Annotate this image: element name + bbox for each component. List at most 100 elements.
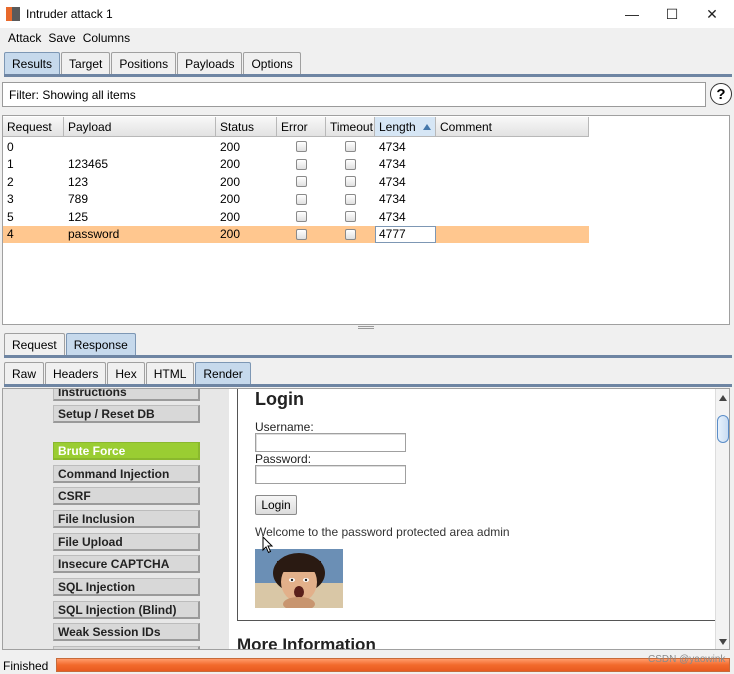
- table-row[interactable]: 2 123 200 4734: [3, 173, 589, 191]
- tab-response[interactable]: Response: [65, 333, 136, 355]
- column-header-timeout[interactable]: Timeout: [326, 117, 375, 137]
- menu-columns[interactable]: Columns: [83, 31, 130, 45]
- cell-request: 1: [7, 157, 14, 172]
- tab-positions[interactable]: Positions: [111, 52, 177, 74]
- table-row[interactable]: 0 200 4734: [3, 138, 589, 156]
- dvwa-menu-file-upload[interactable]: File Upload: [53, 533, 200, 551]
- status-text: Finished: [3, 659, 49, 673]
- timeout-checkbox[interactable]: [345, 141, 356, 153]
- table-row[interactable]: 5 125 200 4734: [3, 208, 589, 226]
- column-header-comment[interactable]: Comment: [436, 117, 589, 137]
- cell-length: 4734: [379, 174, 406, 189]
- dvwa-menu-next[interactable]: [53, 646, 200, 649]
- tab-headers[interactable]: Headers: [45, 362, 107, 384]
- tab-target[interactable]: Target: [61, 52, 111, 74]
- table-row[interactable]: 1 123465 200 4734: [3, 156, 589, 174]
- tab-payloads[interactable]: Payloads: [177, 52, 243, 74]
- password-input[interactable]: [255, 465, 406, 484]
- dvwa-menu-command-injection[interactable]: Command Injection: [53, 465, 200, 483]
- request-response-tabs: Request Response: [4, 333, 137, 355]
- cell-error: [277, 138, 326, 156]
- error-checkbox[interactable]: [296, 193, 307, 205]
- cell-timeout: [326, 156, 375, 174]
- tab-divider: [4, 74, 732, 77]
- column-header-payload[interactable]: Payload: [64, 117, 216, 137]
- dvwa-menu-weak-session-ids[interactable]: Weak Session IDs: [53, 623, 200, 641]
- tab-divider: [4, 384, 732, 387]
- scroll-thumb[interactable]: [717, 415, 729, 443]
- cell-status: 200: [220, 174, 241, 189]
- login-content-box: Login Username: Password: Login Welcome …: [237, 389, 717, 621]
- cell-payload: [64, 138, 216, 156]
- cell-status: 200: [220, 209, 241, 224]
- dvwa-menu-sql-injection[interactable]: SQL Injection: [53, 578, 200, 596]
- cell-payload: password: [68, 227, 120, 242]
- render-view: Instructions Setup / Reset DB Brute Forc…: [2, 388, 730, 650]
- close-icon[interactable]: ✕: [692, 0, 732, 28]
- error-checkbox[interactable]: [296, 176, 307, 188]
- cell-request: 3: [7, 192, 14, 207]
- dvwa-menu-csrf[interactable]: CSRF: [53, 487, 200, 505]
- dvwa-menu-file-inclusion[interactable]: File Inclusion: [53, 510, 200, 528]
- window-title: Intruder attack 1: [26, 7, 113, 21]
- minimize-icon[interactable]: —: [612, 0, 652, 28]
- help-icon[interactable]: ?: [710, 83, 732, 105]
- login-button[interactable]: Login: [255, 495, 297, 515]
- username-input[interactable]: [255, 433, 406, 452]
- tab-request[interactable]: Request: [4, 333, 65, 355]
- error-checkbox[interactable]: [296, 158, 307, 170]
- tab-raw[interactable]: Raw: [4, 362, 45, 384]
- scroll-up-icon[interactable]: [719, 395, 727, 401]
- timeout-checkbox[interactable]: [345, 228, 356, 240]
- cell-comment[interactable]: [436, 208, 589, 226]
- error-checkbox[interactable]: [296, 228, 307, 240]
- scroll-down-icon[interactable]: [719, 639, 727, 645]
- timeout-checkbox[interactable]: [345, 158, 356, 170]
- cell-error: [277, 191, 326, 209]
- tab-html[interactable]: HTML: [145, 362, 195, 384]
- timeout-checkbox[interactable]: [345, 193, 356, 205]
- login-heading: Login: [255, 389, 304, 409]
- column-header-request[interactable]: Request: [3, 117, 64, 137]
- error-checkbox[interactable]: [296, 211, 307, 223]
- success-image: [255, 549, 343, 608]
- cell-comment[interactable]: [436, 191, 589, 209]
- column-header-status[interactable]: Status: [216, 117, 277, 137]
- dvwa-menu-instructions[interactable]: Instructions: [53, 389, 200, 401]
- tab-render[interactable]: Render: [195, 362, 251, 384]
- tab-hex[interactable]: Hex: [107, 362, 145, 384]
- column-header-length[interactable]: Length: [375, 117, 436, 137]
- cell-comment[interactable]: [436, 156, 589, 174]
- password-label: Password:: [255, 452, 312, 466]
- timeout-checkbox[interactable]: [345, 176, 356, 188]
- cell-comment[interactable]: [436, 173, 589, 191]
- menu-save[interactable]: Save: [48, 31, 75, 45]
- title-bar: Intruder attack 1 — ☐ ✕: [0, 0, 734, 28]
- cell-length: 4734: [379, 192, 406, 207]
- menu-bar: Attack Save Columns: [0, 28, 734, 48]
- username-label: Username:: [255, 420, 314, 434]
- dvwa-menu-insecure-captcha[interactable]: Insecure CAPTCHA: [53, 555, 200, 573]
- render-scrollbar[interactable]: [715, 389, 729, 649]
- pane-splitter-handle[interactable]: [358, 326, 374, 329]
- error-checkbox[interactable]: [296, 141, 307, 153]
- dvwa-menu-setup[interactable]: Setup / Reset DB: [53, 405, 200, 423]
- cell-status: 200: [220, 139, 241, 154]
- cell-request: 4: [7, 227, 14, 242]
- dvwa-menu-brute-force[interactable]: Brute Force: [53, 442, 200, 460]
- tab-options[interactable]: Options: [243, 52, 301, 74]
- cell-comment[interactable]: [436, 226, 589, 244]
- timeout-checkbox[interactable]: [345, 211, 356, 223]
- table-row[interactable]: 3 789 200 4734: [3, 191, 589, 209]
- cell-length[interactable]: 4777: [375, 225, 436, 243]
- filter-bar[interactable]: Filter: Showing all items: [2, 82, 706, 107]
- maximize-icon[interactable]: ☐: [652, 0, 692, 28]
- menu-attack[interactable]: Attack: [8, 31, 41, 45]
- dvwa-menu-sql-injection-blind[interactable]: SQL Injection (Blind): [53, 601, 200, 619]
- cell-comment[interactable]: [436, 138, 589, 156]
- progress-bar: [56, 658, 730, 672]
- tab-results[interactable]: Results: [4, 52, 61, 74]
- column-header-error[interactable]: Error: [277, 117, 326, 137]
- cell-timeout: [326, 208, 375, 226]
- table-row-selected[interactable]: 4 password 200 4777: [3, 225, 589, 244]
